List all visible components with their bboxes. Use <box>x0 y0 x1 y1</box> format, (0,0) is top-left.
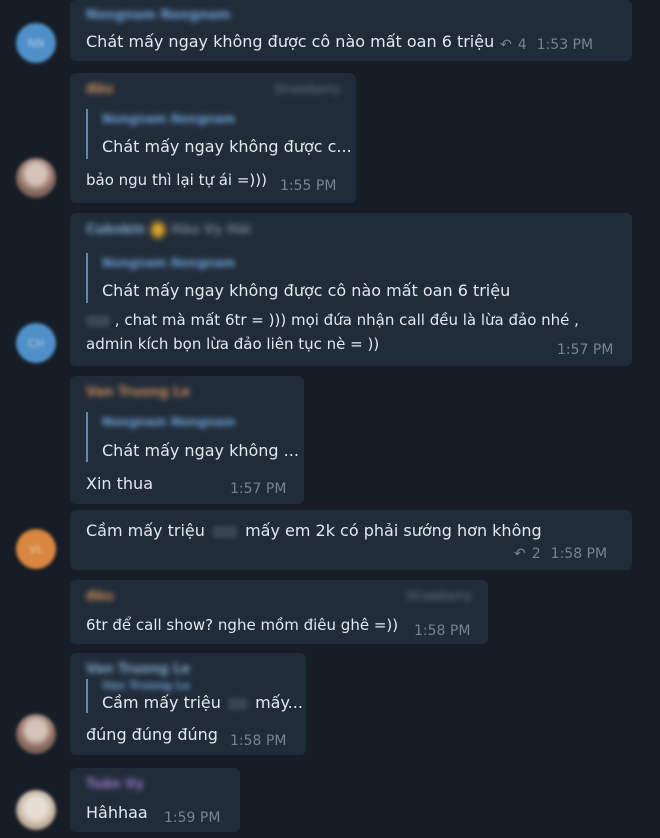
avatar[interactable] <box>16 158 56 198</box>
sender-tag: Strawberry <box>273 82 340 96</box>
message-time: 1:55 PM <box>280 178 337 194</box>
message-bubble[interactable]: Van Truong Le Nongnam Nongnam Chát mấy n… <box>70 376 304 504</box>
message-text-after: mấy em 2k có phải sướng hơn không <box>245 521 542 540</box>
avatar-initials: CH <box>28 336 44 350</box>
sender-emoji-icon <box>150 222 165 238</box>
quote-text: Chát mấy ngay không được c... <box>102 137 352 156</box>
quote-text: Cầm mấy triệu mấy... <box>102 693 303 712</box>
reply-quote[interactable]: Nongnam Nongnam Chát mấy ngay không ... <box>86 412 300 462</box>
message-text-line1-content: , chat mà mất 6tr = ))) mọi đứa nhận cal… <box>114 311 579 329</box>
sender-name[interactable]: Van Truong Le <box>86 662 190 677</box>
quote-text: Chát mấy ngay không ... <box>102 441 299 460</box>
avatar-initials: NN <box>27 36 45 50</box>
reply-count[interactable]: 2 <box>532 546 541 562</box>
avatar[interactable] <box>16 790 56 830</box>
reply-quote[interactable]: Van Truong Le Cầm mấy triệu mấy... <box>86 679 303 713</box>
quote-sender: Nongnam Nongnam <box>102 415 236 429</box>
message-bubble[interactable]: Cubsbin Hào Vy Hải Nongnam Nongnam Chát m… <box>70 213 632 366</box>
message-text: Xin thua <box>86 474 153 493</box>
message-text-line2: admin kích bọn lừa đảo liên tục nè = )) <box>86 335 380 353</box>
blurred-mention <box>86 314 110 327</box>
message-time: 1:58 PM <box>414 623 471 639</box>
sender-name[interactable]: Cubsbin Hào Vy Hải <box>86 222 252 238</box>
sender-name[interactable]: Tuấn Vy <box>86 777 144 792</box>
quote-text: Chát mấy ngay không được cô nào mất oan … <box>102 281 511 300</box>
message-text: Chát mấy ngay không được cô nào mất oan … <box>86 32 495 51</box>
quote-text-after: mấy... <box>255 693 303 712</box>
reply-arrow-icon[interactable]: ↶ <box>514 546 526 562</box>
message-time: 1:59 PM <box>164 810 221 826</box>
sender-extra: Hào Vy Hải <box>170 222 252 238</box>
message-text: 6tr để call show? nghe mồm điêu ghê =)) <box>86 616 399 634</box>
reply-arrow-icon[interactable]: ↶ <box>500 37 512 53</box>
sender-name-text: Cubsbin <box>86 222 145 238</box>
blurred-word <box>227 697 248 710</box>
message-time: 1:57 PM <box>230 481 287 497</box>
message-text-line1: , chat mà mất 6tr = ))) mọi đứa nhận cal… <box>86 311 579 329</box>
reply-quote[interactable]: Nongnam Nongnam Chát mấy ngay không được… <box>86 109 352 159</box>
message-meta: ↶ 2 1:58 PM <box>514 546 607 562</box>
message-bubble[interactable]: Cầm mấy triệu mấy em 2k có phải sướng hơ… <box>70 510 632 570</box>
quote-sender: Nongnam Nongnam <box>102 112 236 126</box>
message-text: Cầm mấy triệu mấy em 2k có phải sướng hơ… <box>86 521 542 540</box>
quote-sender: Van Truong Le <box>102 679 191 692</box>
avatar[interactable]: CH <box>16 323 56 363</box>
avatar[interactable]: NN <box>16 23 56 63</box>
sender-name[interactable]: đầu <box>86 82 113 97</box>
message-text: Hâhhaa <box>86 803 148 822</box>
message-time: 1:58 PM <box>550 546 608 562</box>
message-text-before: Cầm mấy triệu <box>86 521 205 540</box>
avatar[interactable] <box>16 714 56 754</box>
message-meta: ↶ 4 1:53 PM <box>500 37 593 53</box>
message-time: 1:58 PM <box>230 733 287 749</box>
reply-count[interactable]: 4 <box>518 37 527 53</box>
blurred-word <box>212 525 237 538</box>
avatar[interactable]: VL <box>16 529 56 569</box>
sender-name[interactable]: Nongnam Nongnam <box>86 8 230 23</box>
reply-quote[interactable]: Nongnam Nongnam Chát mấy ngay không được… <box>86 253 530 303</box>
message-time: 1:53 PM <box>536 37 594 53</box>
sender-name[interactable]: Van Truong Le <box>86 385 190 400</box>
message-bubble[interactable]: Nongnam Nongnam Chát mấy ngay không được… <box>70 0 632 61</box>
chat-history: NN Nongnam Nongnam Chát mấy ngay không đ… <box>0 0 660 838</box>
avatar-initials: VL <box>29 542 43 556</box>
message-bubble[interactable]: đầu Strawberry 6tr để call show? nghe mồ… <box>70 580 488 644</box>
message-bubble[interactable]: Tuấn Vy Hâhhaa 1:59 PM <box>70 768 240 832</box>
message-text: đúng đúng đúng <box>86 725 218 744</box>
message-bubble[interactable]: Van Truong Le Van Truong Le Cầm mấy triệ… <box>70 653 306 755</box>
sender-name[interactable]: đầu <box>86 589 113 604</box>
message-bubble[interactable]: đầu Strawberry Nongnam Nongnam Chát mấy … <box>70 73 356 203</box>
quote-text-before: Cầm mấy triệu <box>102 693 221 712</box>
quote-sender: Nongnam Nongnam <box>102 256 236 270</box>
sender-tag: Strawberry <box>405 589 472 603</box>
message-text: bảo ngu thì lại tự ái =))) <box>86 171 267 189</box>
message-time: 1:57 PM <box>557 342 614 358</box>
